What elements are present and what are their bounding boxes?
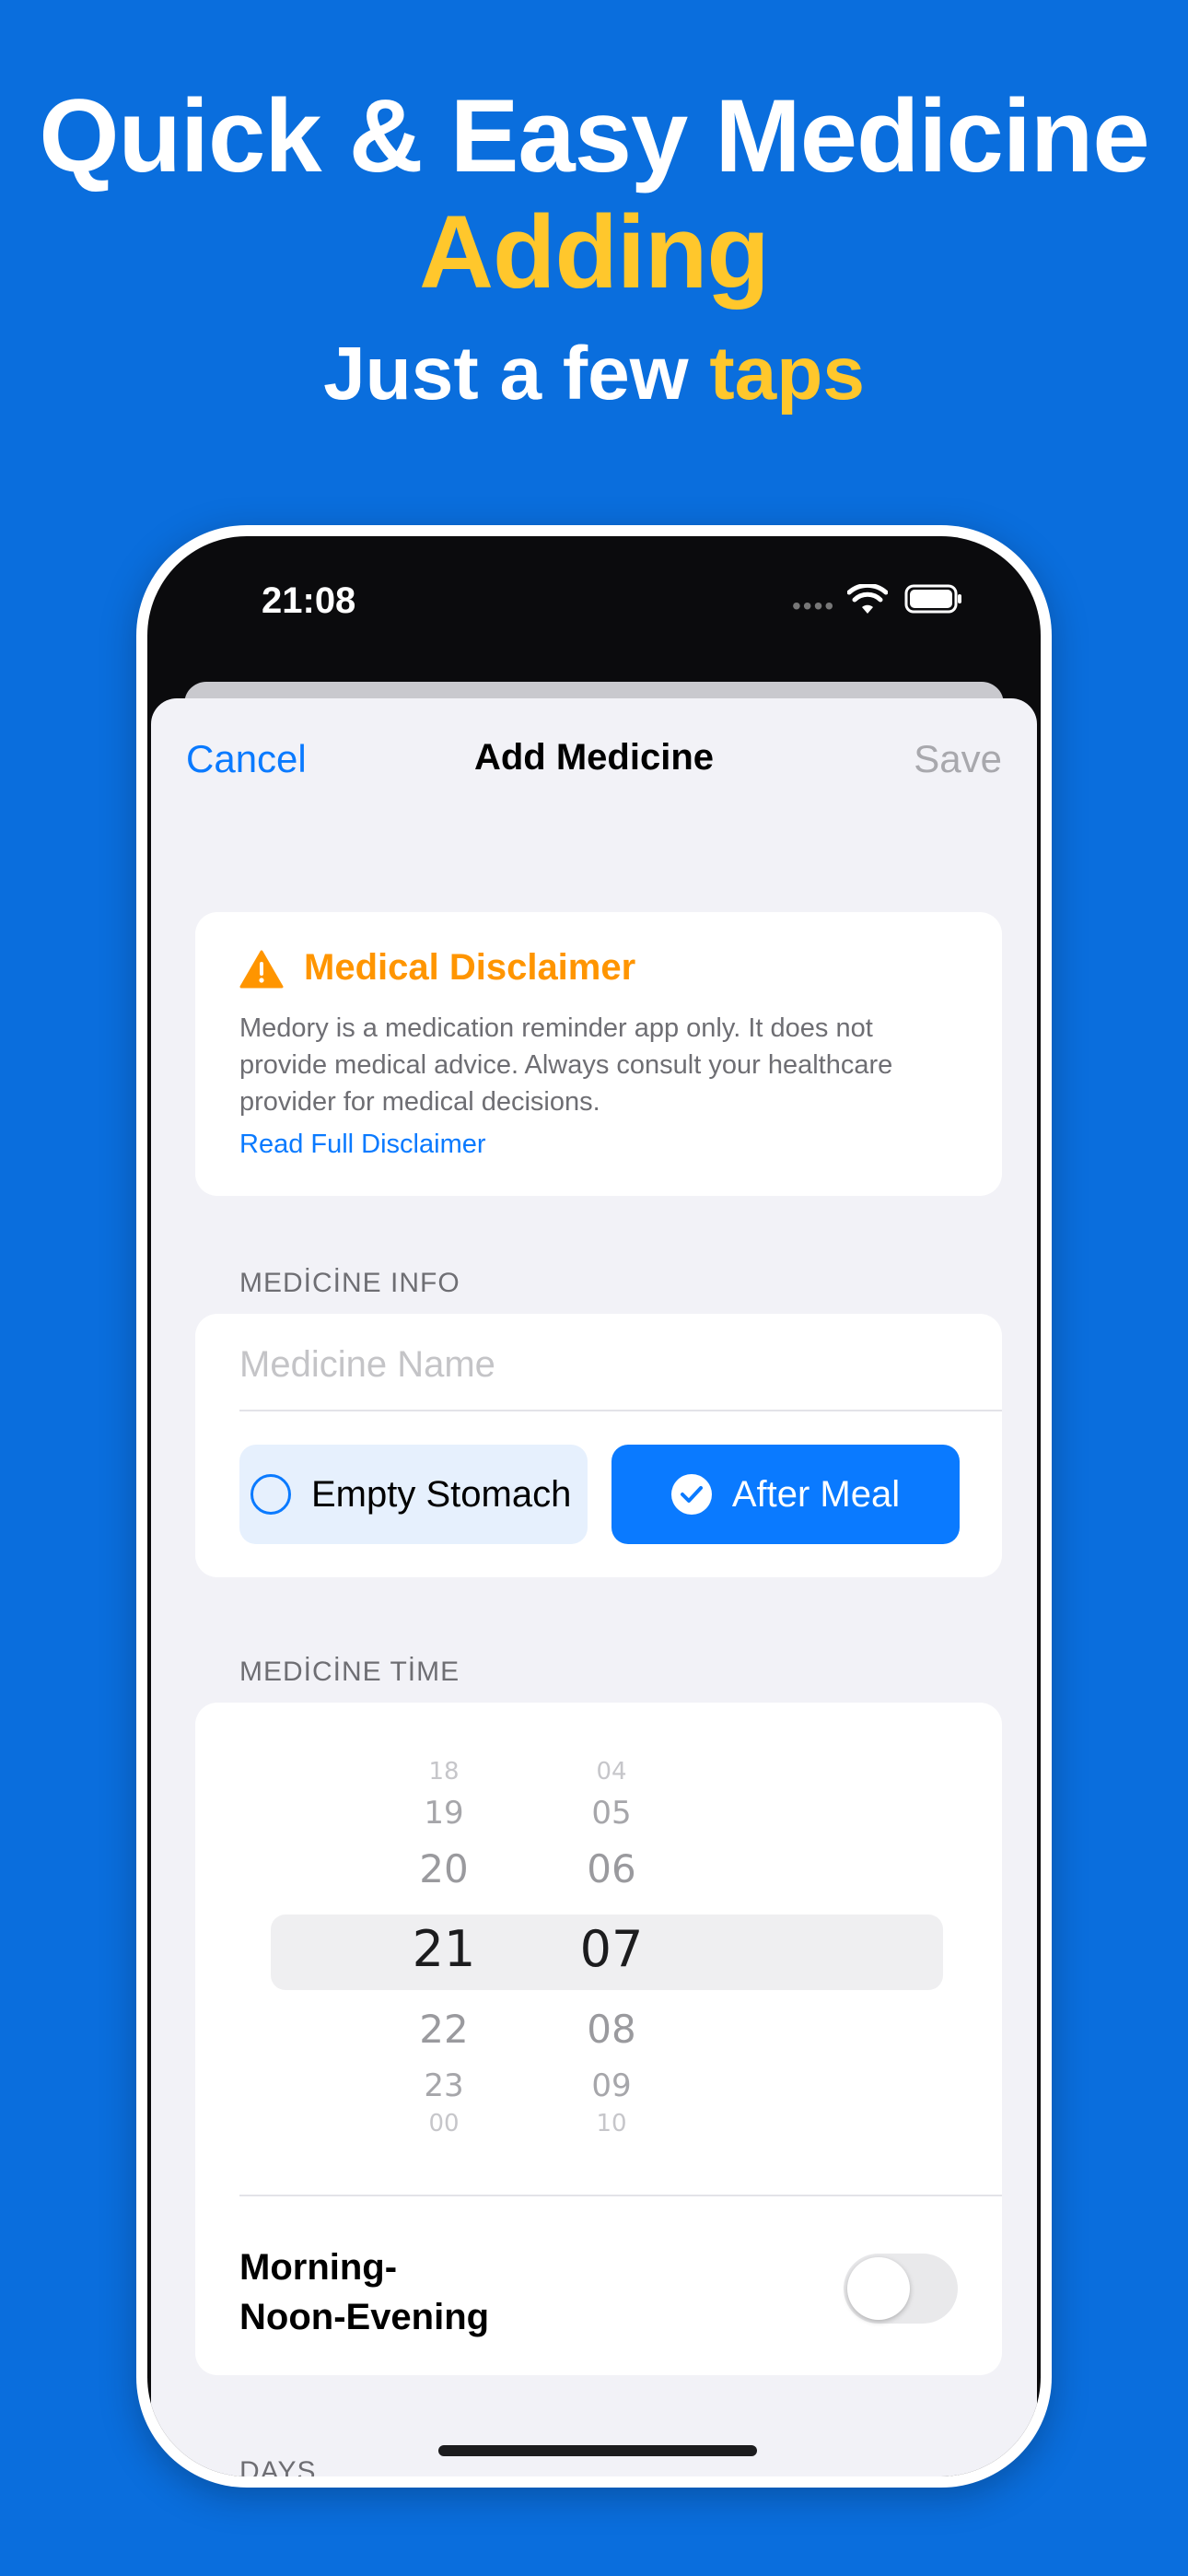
promo-subheadline-text: Just a few	[323, 332, 710, 416]
promo-subheadline-accent: taps	[709, 332, 865, 416]
after-meal-option[interactable]: After Meal	[611, 1445, 960, 1544]
hour-option[interactable]: 20	[379, 1846, 508, 1891]
morning-noon-evening-line2: Noon-Evening	[239, 2297, 490, 2337]
minute-option[interactable]: 08	[547, 2007, 676, 2052]
promo-subheadline: Just a few taps	[0, 330, 1188, 418]
warning-icon	[239, 950, 284, 989]
wifi-icon	[847, 584, 888, 614]
hour-option[interactable]: 18	[379, 1758, 508, 1786]
checkmark-icon	[670, 1474, 712, 1515]
divider	[239, 2195, 1002, 2196]
promo-headline-line1: Quick & Easy Medicine	[39, 78, 1149, 193]
medicine-time-header: MEDİCİNE TİME	[239, 1657, 460, 1687]
phone-screen: 21:08 •••• Add Medicine Cancel Save Medi…	[147, 536, 1041, 2476]
radio-unchecked-icon	[250, 1474, 291, 1515]
morning-noon-evening-line1: Morning-	[239, 2247, 398, 2288]
promo-headline-line2: Adding	[419, 194, 770, 310]
medicine-info-header: MEDİCİNE INFO	[239, 1268, 460, 1298]
empty-stomach-option[interactable]: Empty Stomach	[239, 1445, 588, 1544]
medicine-time-card: 18 19 20 21 22 23 00 04 05 06 07 08 09 1…	[195, 1703, 1002, 2375]
medicine-name-input[interactable]	[239, 1341, 958, 1388]
after-meal-label: After Meal	[731, 1473, 901, 1515]
minute-option[interactable]: 09	[547, 2067, 676, 2104]
disclaimer-title: Medical Disclaimer	[304, 947, 636, 988]
home-indicator	[438, 2445, 757, 2456]
read-full-disclaimer-link[interactable]: Read Full Disclaimer	[239, 1130, 486, 1160]
minute-option[interactable]: 04	[547, 1758, 676, 1786]
save-button[interactable]: Save	[914, 737, 1002, 781]
battery-icon	[904, 584, 961, 614]
minute-option[interactable]: 05	[547, 1795, 676, 1832]
morning-noon-evening-toggle[interactable]	[844, 2254, 958, 2324]
minute-option[interactable]: 06	[547, 1846, 676, 1891]
disclaimer-body: Medory is a medication reminder app only…	[239, 1013, 893, 1117]
morning-noon-evening-label: Morning- Noon-Evening	[239, 2242, 516, 2342]
hour-option[interactable]: 00	[379, 2110, 508, 2137]
phone-frame: 21:08 •••• Add Medicine Cancel Save Medi…	[136, 525, 1052, 2488]
hour-option[interactable]: 22	[379, 2007, 508, 2052]
empty-stomach-label: Empty Stomach	[311, 1473, 572, 1515]
hour-selected[interactable]: 21	[379, 1920, 508, 1978]
signal-dots-icon: ••••	[792, 591, 836, 620]
hour-option[interactable]: 23	[379, 2067, 508, 2104]
status-time: 21:08	[262, 580, 356, 621]
medicine-info-card: Empty Stomach After Meal	[195, 1314, 1002, 1577]
disclaimer-card: Medical Disclaimer Medory is a medicatio…	[195, 912, 1002, 1196]
days-header: DAYS	[239, 2456, 317, 2476]
cancel-button[interactable]: Cancel	[186, 737, 307, 781]
hour-option[interactable]: 19	[379, 1795, 508, 1832]
minute-option[interactable]: 10	[547, 2110, 676, 2137]
add-medicine-sheet: Add Medicine Cancel Save Medical Disclai…	[151, 698, 1037, 2476]
toggle-knob	[847, 2257, 910, 2320]
divider	[239, 1410, 1002, 1411]
minute-selected[interactable]: 07	[547, 1920, 676, 1978]
